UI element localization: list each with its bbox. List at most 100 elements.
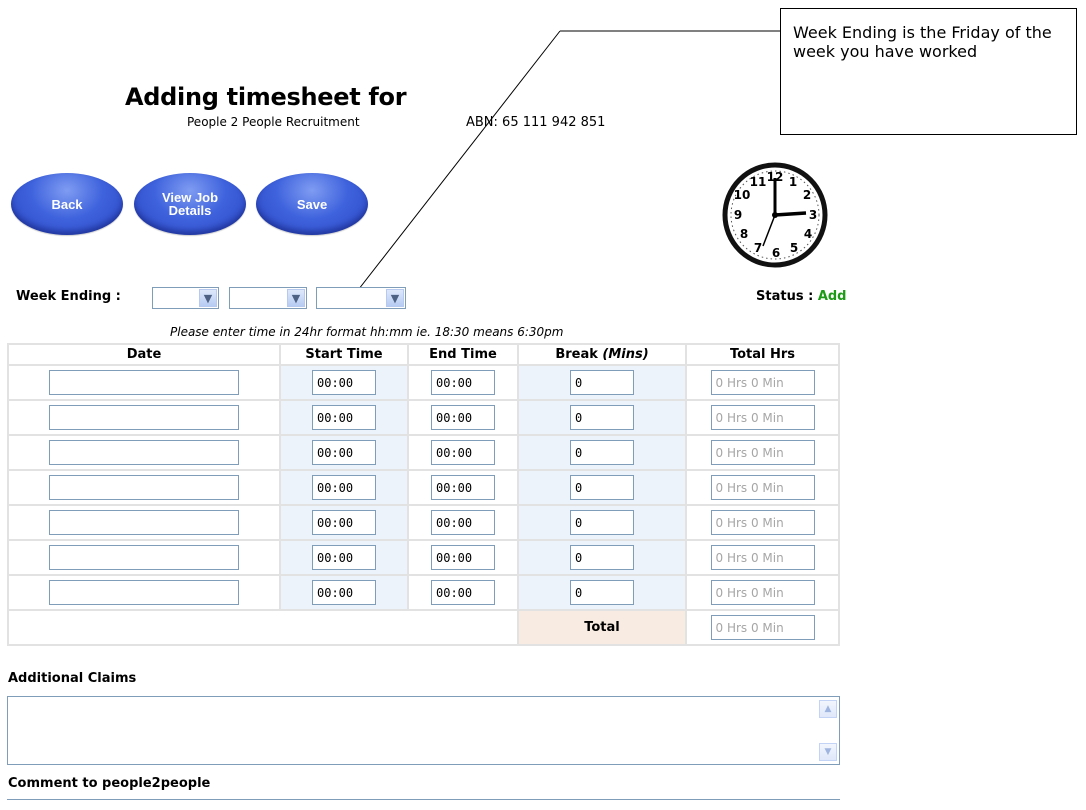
end-time-input[interactable]: 00:00	[431, 475, 495, 500]
break-minutes-input[interactable]: 0	[570, 475, 634, 500]
comment-label: Comment to people2people	[8, 776, 211, 791]
end-time-cell: 00:00	[407, 434, 519, 471]
svg-text:7: 7	[754, 241, 762, 255]
end-time-cell: 00:00	[407, 364, 519, 401]
status-label: Status :	[756, 289, 814, 304]
svg-text:11: 11	[750, 175, 767, 189]
column-header-date: Date	[7, 343, 281, 366]
timesheet-table: Date Start Time End Time Break (Mins) To…	[7, 343, 840, 646]
week-ending-month-select[interactable]: ▼	[229, 287, 307, 309]
view-job-details-line2: Details	[168, 203, 212, 218]
abn-number: ABN: 65 111 942 851	[466, 115, 606, 130]
date-input[interactable]	[49, 440, 239, 465]
end-time-input[interactable]: 00:00	[431, 580, 495, 605]
svg-text:6: 6	[772, 246, 780, 260]
total-hrs-cell: 0 Hrs 0 Min	[685, 364, 840, 401]
svg-text:2: 2	[803, 188, 811, 202]
date-cell	[7, 539, 281, 576]
total-hrs-cell: 0 Hrs 0 Min	[685, 539, 840, 576]
end-time-cell: 00:00	[407, 469, 519, 506]
status-value: Add	[817, 289, 847, 304]
start-time-cell: 00:00	[279, 364, 409, 401]
start-time-cell: 00:00	[279, 469, 409, 506]
week-ending-label: Week Ending :	[16, 289, 121, 304]
week-ending-year-select[interactable]: ▼	[316, 287, 406, 309]
scroll-up-icon[interactable]: ▲	[819, 700, 837, 718]
date-input[interactable]	[49, 580, 239, 605]
total-hrs-field: 0 Hrs 0 Min	[710, 440, 815, 465]
break-cell: 0	[517, 364, 687, 401]
table-total-row: Total 0 Hrs 0 Min	[7, 609, 840, 646]
page-title: Adding timesheet for	[125, 83, 407, 111]
back-button[interactable]: Back	[11, 173, 123, 235]
date-cell	[7, 469, 281, 506]
total-hrs-cell: 0 Hrs 0 Min	[685, 434, 840, 471]
svg-text:3: 3	[809, 208, 817, 222]
scroll-down-icon[interactable]: ▼	[819, 743, 837, 761]
date-cell	[7, 574, 281, 611]
start-time-input[interactable]: 00:00	[312, 440, 376, 465]
end-time-cell: 00:00	[407, 574, 519, 611]
total-hrs-field: 0 Hrs 0 Min	[710, 405, 815, 430]
save-button-label: Save	[296, 196, 328, 212]
start-time-input[interactable]: 00:00	[312, 405, 376, 430]
week-ending-day-select[interactable]: ▼	[152, 287, 219, 309]
break-minutes-input[interactable]: 0	[570, 580, 634, 605]
start-time-input[interactable]: 00:00	[312, 510, 376, 535]
svg-text:1: 1	[789, 175, 797, 189]
break-minutes-input[interactable]: 0	[570, 545, 634, 570]
start-time-input[interactable]: 00:00	[312, 580, 376, 605]
start-time-cell: 00:00	[279, 504, 409, 541]
total-hrs-field: 0 Hrs 0 Min	[710, 370, 815, 395]
end-time-input[interactable]: 00:00	[431, 440, 495, 465]
table-row: 00:00 00:00 0 0 Hrs 0 Min	[7, 539, 840, 576]
start-time-input[interactable]: 00:00	[312, 475, 376, 500]
view-job-details-button[interactable]: View Job Details	[134, 173, 246, 235]
column-header-start-time: Start Time	[279, 343, 409, 366]
end-time-input[interactable]: 00:00	[431, 370, 495, 395]
save-button[interactable]: Save	[256, 173, 368, 235]
start-time-cell: 00:00	[279, 574, 409, 611]
total-row-spacer	[7, 609, 519, 646]
column-header-end-time: End Time	[407, 343, 519, 366]
total-hrs-cell: 0 Hrs 0 Min	[685, 504, 840, 541]
chevron-down-icon[interactable]: ▼	[386, 289, 404, 307]
date-input[interactable]	[49, 405, 239, 430]
column-header-total-hrs: Total Hrs	[685, 343, 840, 366]
start-time-input[interactable]: 00:00	[312, 545, 376, 570]
break-minutes-input[interactable]: 0	[570, 370, 634, 395]
date-input[interactable]	[49, 545, 239, 570]
total-hrs-cell: 0 Hrs 0 Min	[685, 399, 840, 436]
additional-claims-textarea[interactable]: ▲ ▼	[7, 696, 840, 765]
svg-text:8: 8	[740, 227, 748, 241]
clock-icon: 12 1 2 3 4 5 6 7 8 9 10 11	[722, 162, 828, 268]
end-time-input[interactable]: 00:00	[431, 510, 495, 535]
table-row: 00:00 00:00 0 0 Hrs 0 Min	[7, 504, 840, 541]
end-time-input[interactable]: 00:00	[431, 545, 495, 570]
total-hrs-field: 0 Hrs 0 Min	[710, 510, 815, 535]
date-input[interactable]	[49, 510, 239, 535]
view-job-details-label: View Job Details	[162, 191, 218, 217]
table-row: 00:00 00:00 0 0 Hrs 0 Min	[7, 364, 840, 401]
break-cell: 0	[517, 504, 687, 541]
date-input[interactable]	[49, 370, 239, 395]
date-input[interactable]	[49, 475, 239, 500]
week-ending-callout: Week Ending is the Friday of the week yo…	[780, 8, 1077, 135]
total-hrs-cell: 0 Hrs 0 Min	[685, 574, 840, 611]
date-cell	[7, 504, 281, 541]
break-minutes-input[interactable]: 0	[570, 510, 634, 535]
status-indicator: Status : Add	[756, 289, 847, 304]
column-header-break-unit: (Mins)	[602, 347, 649, 362]
table-header-row: Date Start Time End Time Break (Mins) To…	[7, 343, 840, 366]
break-cell: 0	[517, 434, 687, 471]
chevron-down-icon[interactable]: ▼	[199, 289, 217, 307]
additional-claims-label: Additional Claims	[8, 671, 137, 686]
break-minutes-input[interactable]: 0	[570, 440, 634, 465]
total-hrs-cell: 0 Hrs 0 Min	[685, 469, 840, 506]
break-minutes-input[interactable]: 0	[570, 405, 634, 430]
chevron-down-icon[interactable]: ▼	[287, 289, 305, 307]
end-time-input[interactable]: 00:00	[431, 405, 495, 430]
table-row: 00:00 00:00 0 0 Hrs 0 Min	[7, 434, 840, 471]
start-time-input[interactable]: 00:00	[312, 370, 376, 395]
end-time-cell: 00:00	[407, 399, 519, 436]
